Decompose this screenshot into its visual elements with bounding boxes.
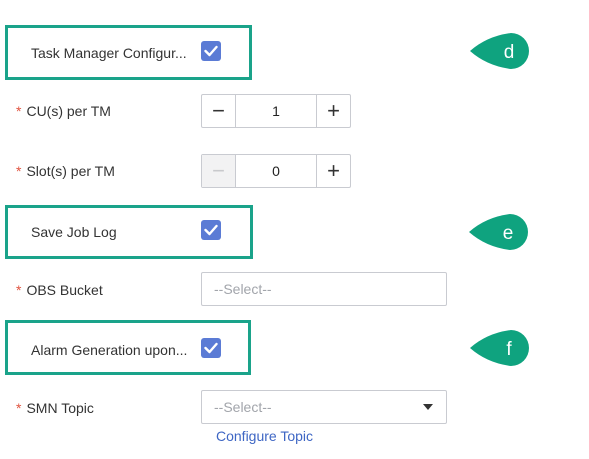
configure-topic-link[interactable]: Configure Topic bbox=[216, 428, 313, 444]
slots-per-tm-stepper[interactable]: − 0 + bbox=[201, 154, 351, 188]
marker-f: f bbox=[470, 330, 529, 366]
obs-bucket-select[interactable]: --Select-- bbox=[201, 272, 447, 306]
required-star: * bbox=[16, 163, 22, 179]
checkmark-icon bbox=[204, 224, 218, 236]
checkmark-icon bbox=[204, 342, 218, 354]
save-job-log-label: Save Job Log bbox=[31, 224, 117, 240]
alarm-generation-label: Alarm Generation upon... bbox=[31, 342, 188, 358]
task-manager-config-checkbox[interactable] bbox=[201, 41, 221, 61]
smn-topic-select[interactable]: --Select-- bbox=[201, 390, 447, 424]
cus-decrement-button[interactable]: − bbox=[202, 95, 236, 127]
marker-d-label: d bbox=[504, 42, 515, 63]
task-manager-config-label: Task Manager Configur... bbox=[31, 45, 187, 61]
smn-topic-label: * SMN Topic bbox=[16, 400, 94, 416]
marker-f-label: f bbox=[506, 339, 512, 360]
required-star: * bbox=[16, 282, 22, 298]
slots-increment-button[interactable]: + bbox=[316, 155, 350, 187]
obs-bucket-label: * OBS Bucket bbox=[16, 282, 103, 298]
slots-decrement-button[interactable]: − bbox=[202, 155, 236, 187]
required-star: * bbox=[16, 400, 22, 416]
cus-per-tm-text: CU(s) per TM bbox=[26, 103, 111, 119]
save-job-log-checkbox[interactable] bbox=[201, 220, 221, 240]
cus-per-tm-label: * CU(s) per TM bbox=[16, 103, 111, 119]
marker-d: d bbox=[470, 33, 529, 69]
cus-increment-button[interactable]: + bbox=[316, 95, 350, 127]
obs-bucket-placeholder: --Select-- bbox=[214, 281, 272, 297]
obs-bucket-text: OBS Bucket bbox=[26, 282, 103, 298]
alarm-generation-checkbox[interactable] bbox=[201, 338, 221, 358]
slots-per-tm-text: Slot(s) per TM bbox=[26, 163, 115, 179]
slots-per-tm-label: * Slot(s) per TM bbox=[16, 163, 115, 179]
marker-e: e bbox=[469, 214, 528, 250]
smn-topic-text: SMN Topic bbox=[26, 400, 94, 416]
marker-e-label: e bbox=[503, 223, 514, 244]
checkmark-icon bbox=[204, 45, 218, 57]
smn-topic-placeholder: --Select-- bbox=[214, 399, 272, 415]
slots-per-tm-value[interactable]: 0 bbox=[236, 155, 316, 187]
cus-per-tm-stepper[interactable]: − 1 + bbox=[201, 94, 351, 128]
chevron-down-icon bbox=[423, 404, 433, 410]
cus-per-tm-value[interactable]: 1 bbox=[236, 95, 316, 127]
required-star: * bbox=[16, 103, 22, 119]
